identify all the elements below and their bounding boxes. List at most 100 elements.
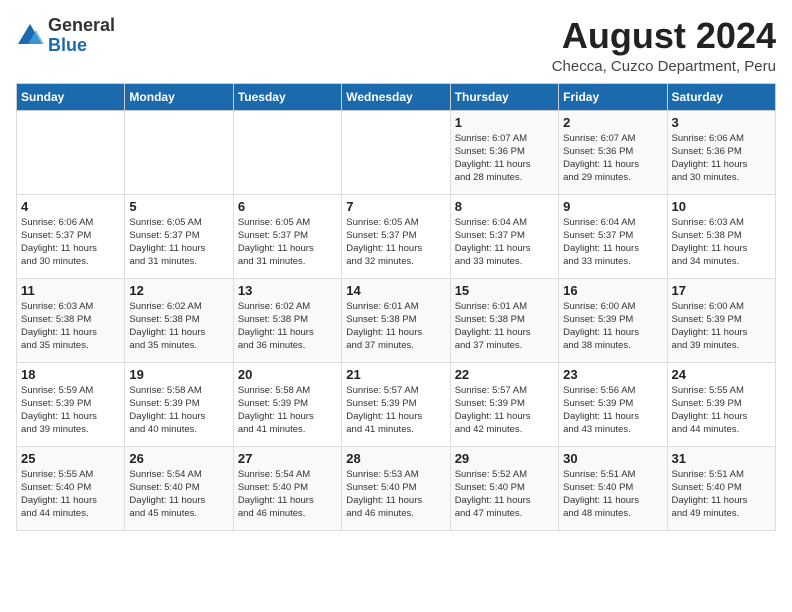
- calendar-day-cell: 31 Sunrise: 5:51 AM Sunset: 5:40 PM Dayli…: [667, 446, 775, 530]
- calendar-day-cell: 22 Sunrise: 5:57 AM Sunset: 5:39 PM Dayli…: [450, 362, 558, 446]
- day-number: 23: [563, 367, 662, 382]
- day-number: 29: [455, 451, 554, 466]
- day-info: Sunrise: 6:03 AM Sunset: 5:38 PM Dayligh…: [21, 300, 120, 353]
- day-number: 28: [346, 451, 445, 466]
- calendar-table: SundayMondayTuesdayWednesdayThursdayFrid…: [16, 83, 776, 531]
- calendar-day-cell: 13 Sunrise: 6:02 AM Sunset: 5:38 PM Dayli…: [233, 278, 341, 362]
- day-number: 31: [672, 451, 771, 466]
- calendar-day-cell: 14Sunrise: 6:01 AM Sunset: 5:38 PM Dayli…: [342, 278, 450, 362]
- calendar-day-cell: 6 Sunrise: 6:05 AM Sunset: 5:37 PM Daylig…: [233, 194, 341, 278]
- day-number: 16: [563, 283, 662, 298]
- calendar-day-cell: 17Sunrise: 6:00 AM Sunset: 5:39 PM Dayli…: [667, 278, 775, 362]
- day-number: 19: [129, 367, 228, 382]
- day-number: 1: [455, 115, 554, 130]
- day-info: Sunrise: 5:57 AM Sunset: 5:39 PM Dayligh…: [346, 384, 445, 437]
- day-of-week-header: Monday: [125, 83, 233, 110]
- day-info: Sunrise: 6:02 AM Sunset: 5:38 PM Dayligh…: [238, 300, 337, 353]
- calendar-day-cell: 5Sunrise: 6:05 AM Sunset: 5:37 PM Daylig…: [125, 194, 233, 278]
- calendar-week-row: 1 Sunrise: 6:07 AM Sunset: 5:36 PM Daylig…: [17, 110, 776, 194]
- day-info: Sunrise: 5:54 AM Sunset: 5:40 PM Dayligh…: [129, 468, 228, 521]
- day-info: Sunrise: 5:57 AM Sunset: 5:39 PM Dayligh…: [455, 384, 554, 437]
- logo-icon: [16, 22, 44, 50]
- calendar-day-cell: [342, 110, 450, 194]
- day-number: 3: [672, 115, 771, 130]
- day-info: Sunrise: 6:05 AM Sunset: 5:37 PM Dayligh…: [346, 216, 445, 269]
- day-number: 2: [563, 115, 662, 130]
- calendar-week-row: 25 Sunrise: 5:55 AM Sunset: 5:40 PM Dayli…: [17, 446, 776, 530]
- title-block: August 2024 Checca, Cuzco Department, Pe…: [552, 16, 776, 75]
- calendar-day-cell: 12 Sunrise: 6:02 AM Sunset: 5:38 PM Dayli…: [125, 278, 233, 362]
- day-number: 12: [129, 283, 228, 298]
- calendar-day-cell: [17, 110, 125, 194]
- day-info: Sunrise: 5:52 AM Sunset: 5:40 PM Dayligh…: [455, 468, 554, 521]
- calendar-day-cell: 2 Sunrise: 6:07 AM Sunset: 5:36 PM Daylig…: [559, 110, 667, 194]
- day-info: Sunrise: 6:04 AM Sunset: 5:37 PM Dayligh…: [563, 216, 662, 269]
- logo-text: General Blue: [48, 16, 115, 56]
- day-number: 15: [455, 283, 554, 298]
- day-info: Sunrise: 5:51 AM Sunset: 5:40 PM Dayligh…: [563, 468, 662, 521]
- day-number: 8: [455, 199, 554, 214]
- calendar-day-cell: 11 Sunrise: 6:03 AM Sunset: 5:38 PM Dayli…: [17, 278, 125, 362]
- calendar-day-cell: 15Sunrise: 6:01 AM Sunset: 5:38 PM Dayli…: [450, 278, 558, 362]
- day-number: 7: [346, 199, 445, 214]
- calendar-day-cell: 21 Sunrise: 5:57 AM Sunset: 5:39 PM Dayli…: [342, 362, 450, 446]
- day-number: 22: [455, 367, 554, 382]
- calendar-day-cell: 8 Sunrise: 6:04 AM Sunset: 5:37 PM Daylig…: [450, 194, 558, 278]
- day-of-week-header: Friday: [559, 83, 667, 110]
- calendar-day-cell: 30 Sunrise: 5:51 AM Sunset: 5:40 PM Dayli…: [559, 446, 667, 530]
- day-number: 26: [129, 451, 228, 466]
- day-number: 13: [238, 283, 337, 298]
- day-number: 30: [563, 451, 662, 466]
- calendar-day-cell: 28Sunrise: 5:53 AM Sunset: 5:40 PM Dayli…: [342, 446, 450, 530]
- calendar-day-cell: 18Sunrise: 5:59 AM Sunset: 5:39 PM Dayli…: [17, 362, 125, 446]
- day-of-week-header: Thursday: [450, 83, 558, 110]
- day-info: Sunrise: 6:04 AM Sunset: 5:37 PM Dayligh…: [455, 216, 554, 269]
- calendar-day-cell: 25 Sunrise: 5:55 AM Sunset: 5:40 PM Dayli…: [17, 446, 125, 530]
- day-number: 24: [672, 367, 771, 382]
- calendar-day-cell: 26 Sunrise: 5:54 AM Sunset: 5:40 PM Dayli…: [125, 446, 233, 530]
- calendar-day-cell: [233, 110, 341, 194]
- month-year-title: August 2024: [552, 16, 776, 56]
- day-info: Sunrise: 5:54 AM Sunset: 5:40 PM Dayligh…: [238, 468, 337, 521]
- day-info: Sunrise: 5:59 AM Sunset: 5:39 PM Dayligh…: [21, 384, 120, 437]
- calendar-day-cell: 19 Sunrise: 5:58 AM Sunset: 5:39 PM Dayli…: [125, 362, 233, 446]
- calendar-day-cell: 3 Sunrise: 6:06 AM Sunset: 5:36 PM Daylig…: [667, 110, 775, 194]
- day-info: Sunrise: 6:06 AM Sunset: 5:36 PM Dayligh…: [672, 132, 771, 185]
- calendar-day-cell: 1 Sunrise: 6:07 AM Sunset: 5:36 PM Daylig…: [450, 110, 558, 194]
- calendar-day-cell: 9 Sunrise: 6:04 AM Sunset: 5:37 PM Daylig…: [559, 194, 667, 278]
- day-number: 4: [21, 199, 120, 214]
- calendar-day-cell: 23 Sunrise: 5:56 AM Sunset: 5:39 PM Dayli…: [559, 362, 667, 446]
- day-number: 9: [563, 199, 662, 214]
- calendar-day-cell: 24 Sunrise: 5:55 AM Sunset: 5:39 PM Dayli…: [667, 362, 775, 446]
- day-info: Sunrise: 5:58 AM Sunset: 5:39 PM Dayligh…: [129, 384, 228, 437]
- page-header: General Blue August 2024 Checca, Cuzco D…: [16, 16, 776, 75]
- day-of-week-header: Saturday: [667, 83, 775, 110]
- day-info: Sunrise: 6:02 AM Sunset: 5:38 PM Dayligh…: [129, 300, 228, 353]
- day-info: Sunrise: 5:55 AM Sunset: 5:39 PM Dayligh…: [672, 384, 771, 437]
- calendar-day-cell: 7 Sunrise: 6:05 AM Sunset: 5:37 PM Daylig…: [342, 194, 450, 278]
- day-number: 5: [129, 199, 228, 214]
- day-info: Sunrise: 6:07 AM Sunset: 5:36 PM Dayligh…: [455, 132, 554, 185]
- day-number: 6: [238, 199, 337, 214]
- logo-blue: Blue: [48, 36, 115, 56]
- calendar-week-row: 18Sunrise: 5:59 AM Sunset: 5:39 PM Dayli…: [17, 362, 776, 446]
- calendar-day-cell: 10Sunrise: 6:03 AM Sunset: 5:38 PM Dayli…: [667, 194, 775, 278]
- calendar-week-row: 11 Sunrise: 6:03 AM Sunset: 5:38 PM Dayli…: [17, 278, 776, 362]
- day-info: Sunrise: 5:56 AM Sunset: 5:39 PM Dayligh…: [563, 384, 662, 437]
- day-number: 25: [21, 451, 120, 466]
- day-info: Sunrise: 6:06 AM Sunset: 5:37 PM Dayligh…: [21, 216, 120, 269]
- day-info: Sunrise: 6:03 AM Sunset: 5:38 PM Dayligh…: [672, 216, 771, 269]
- day-number: 17: [672, 283, 771, 298]
- day-info: Sunrise: 5:55 AM Sunset: 5:40 PM Dayligh…: [21, 468, 120, 521]
- day-number: 21: [346, 367, 445, 382]
- day-of-week-header: Tuesday: [233, 83, 341, 110]
- calendar-day-cell: 20Sunrise: 5:58 AM Sunset: 5:39 PM Dayli…: [233, 362, 341, 446]
- calendar-header: SundayMondayTuesdayWednesdayThursdayFrid…: [17, 83, 776, 110]
- day-info: Sunrise: 5:51 AM Sunset: 5:40 PM Dayligh…: [672, 468, 771, 521]
- calendar-day-cell: 4 Sunrise: 6:06 AM Sunset: 5:37 PM Daylig…: [17, 194, 125, 278]
- day-info: Sunrise: 6:05 AM Sunset: 5:37 PM Dayligh…: [238, 216, 337, 269]
- day-info: Sunrise: 6:07 AM Sunset: 5:36 PM Dayligh…: [563, 132, 662, 185]
- logo: General Blue: [16, 16, 115, 56]
- day-info: Sunrise: 5:58 AM Sunset: 5:39 PM Dayligh…: [238, 384, 337, 437]
- day-number: 11: [21, 283, 120, 298]
